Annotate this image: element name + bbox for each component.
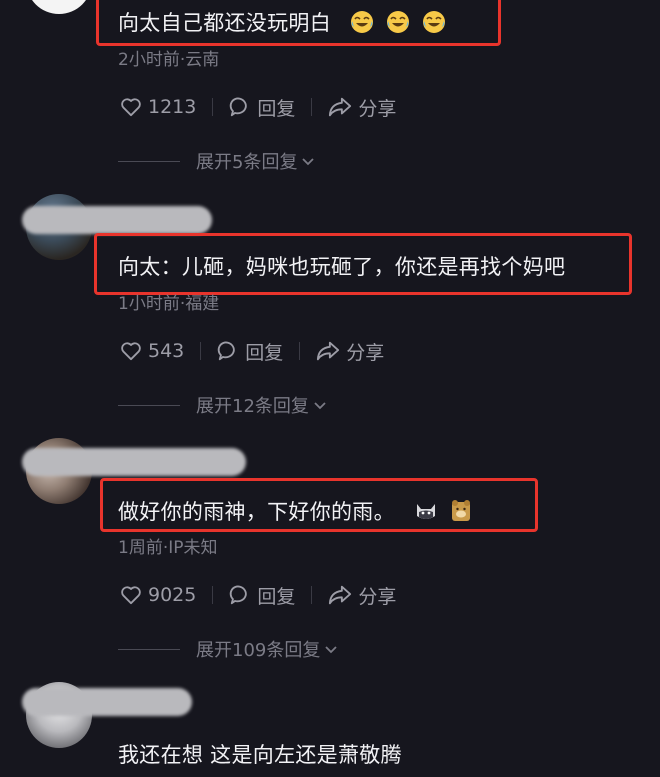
comment-meta: 1周前·IP未知: [118, 538, 218, 558]
share-button[interactable]: 分享: [328, 94, 396, 121]
heart-icon: [120, 341, 142, 361]
username-blurred[interactable]: [22, 448, 246, 476]
like-count: 1213: [148, 96, 197, 118]
comment-actions: 543 回复 分享: [120, 336, 384, 366]
expand-replies-button[interactable]: 展开5条回复: [118, 149, 315, 173]
share-arrow-icon: [328, 96, 352, 118]
tears-of-joy-emoji-icon: [422, 10, 446, 39]
divider: [311, 586, 313, 604]
expand-replies-label: 展开109条回复: [196, 640, 321, 661]
chevron-down-icon: [301, 151, 315, 172]
like-button[interactable]: 9025: [120, 584, 196, 606]
reply-button[interactable]: 回复: [229, 582, 295, 609]
comment-bubble-icon: [217, 340, 239, 362]
share-arrow-icon: [316, 340, 340, 362]
reply-label: 回复: [245, 341, 284, 364]
expand-replies-label: 展开5条回复: [196, 152, 298, 173]
expand-replies-button[interactable]: 展开12条回复: [118, 393, 327, 417]
reply-button[interactable]: 回复: [229, 94, 295, 121]
comment-text: 我还在想 这是向左还是萧敬腾: [118, 743, 402, 767]
comment-actions: 9025 回复 分享: [120, 580, 396, 610]
like-button[interactable]: 1213: [120, 96, 196, 118]
comment-meta: 2小时前·云南: [118, 50, 220, 70]
comment-text: 做好你的雨神，下好你的雨。: [118, 496, 472, 528]
divider: [200, 342, 202, 360]
comment-text-content: 做好你的雨神，下好你的雨。: [118, 500, 395, 524]
chevron-down-icon: [324, 639, 338, 660]
divider: [299, 342, 301, 360]
share-label: 分享: [358, 97, 397, 120]
comment-actions: 1213 回复 分享: [120, 92, 396, 122]
divider-line: [118, 404, 180, 406]
share-label: 分享: [358, 585, 397, 608]
divider-line: [118, 160, 180, 162]
divider: [311, 98, 313, 116]
username-blurred[interactable]: [22, 688, 192, 716]
share-button[interactable]: 分享: [316, 338, 384, 365]
comment-meta: 1小时前·福建: [118, 294, 220, 314]
bear-face-emoji-icon: [450, 499, 472, 528]
share-arrow-icon: [328, 584, 352, 606]
expand-replies-label: 展开12条回复: [196, 396, 309, 417]
avatar[interactable]: [26, 0, 92, 14]
divider: [212, 98, 214, 116]
share-button[interactable]: 分享: [328, 582, 396, 609]
reply-button[interactable]: 回复: [217, 338, 283, 365]
like-count: 9025: [148, 584, 197, 606]
expand-replies-button[interactable]: 展开109条回复: [118, 637, 338, 661]
like-count: 543: [148, 340, 185, 362]
comment-text: 向太：儿砸，妈咪也玩砸了，你还是再找个妈吧: [118, 255, 566, 279]
comment-bubble-icon: [229, 584, 251, 606]
heart-icon: [120, 97, 142, 117]
comment-text: 向太自己都还没玩明白: [118, 7, 446, 39]
divider-line: [118, 648, 180, 650]
divider: [212, 586, 214, 604]
heart-icon: [120, 585, 142, 605]
like-button[interactable]: 543: [120, 340, 184, 362]
tears-of-joy-emoji-icon: [350, 10, 374, 39]
chevron-down-icon: [313, 395, 327, 416]
reply-label: 回复: [257, 97, 296, 120]
tears-of-joy-emoji-icon: [386, 10, 410, 39]
comment-bubble-icon: [229, 96, 251, 118]
share-label: 分享: [346, 341, 385, 364]
reply-label: 回复: [257, 585, 296, 608]
cat-face-emoji-icon: [414, 500, 438, 527]
comment-text-content: 向太自己都还没玩明白: [118, 11, 331, 35]
username-blurred[interactable]: [22, 206, 212, 234]
